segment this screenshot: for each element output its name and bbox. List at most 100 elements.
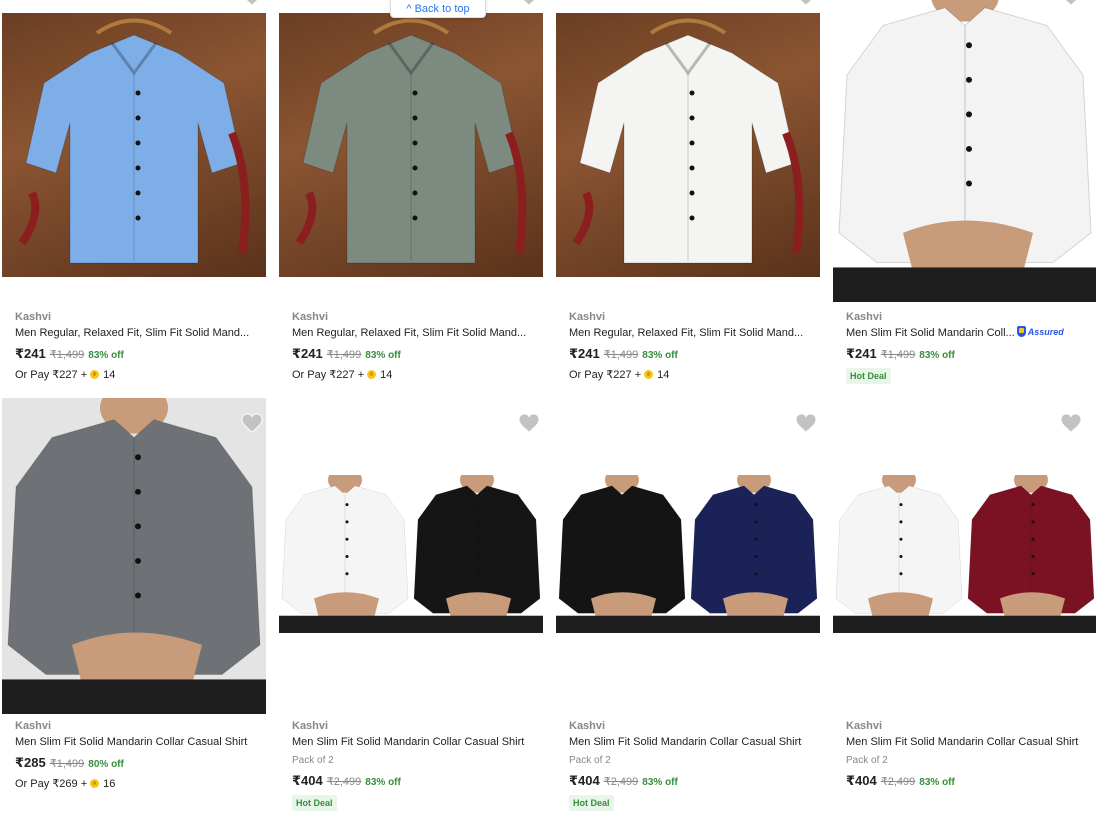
product-image[interactable]: [279, 475, 543, 633]
price-row: ₹241 ₹1,499 83% off: [569, 346, 823, 362]
original-price: ₹1,499: [880, 349, 916, 361]
supercoin-offer: Or Pay ₹269 +16: [15, 778, 116, 790]
assured-badge: Assured: [1016, 326, 1064, 337]
product-card[interactable]: Kashvi Men Slim Fit Solid Mandarin Collar…: [831, 398, 1096, 838]
product-image[interactable]: [2, 382, 266, 714]
model-shirt-illustration: [279, 475, 411, 633]
product-card[interactable]: Kashvi Men Slim Fit Solid Mandarin Collar…: [277, 398, 554, 838]
price-row: ₹404 ₹2,499 83% off: [846, 773, 1088, 789]
shirt-illustration: [18, 18, 250, 264]
selling-price: ₹241: [15, 346, 46, 361]
wishlist-heart-icon[interactable]: [241, 0, 263, 6]
product-image[interactable]: [279, 13, 543, 277]
product-info: Kashvi Men Slim Fit Solid Mandarin Collar…: [569, 718, 823, 811]
wishlist-heart-icon[interactable]: [518, 0, 540, 6]
original-price: ₹1,499: [326, 349, 362, 361]
model-shirt-illustration: [833, 0, 1096, 302]
product-card[interactable]: Kashvi Men Slim Fit Solid Mandarin Collar…: [0, 382, 277, 838]
product-title[interactable]: Men Regular, Relaxed Fit, Slim Fit Solid…: [15, 325, 255, 341]
model-shirt-illustration: [833, 475, 965, 633]
pack-info: Pack of 2: [569, 755, 611, 766]
supercoin-icon: [90, 370, 100, 379]
supercoin-icon: [367, 370, 377, 379]
brand-name: Kashvi: [846, 311, 883, 323]
product-image[interactable]: [833, 0, 1096, 302]
selling-price: ₹241: [569, 346, 600, 361]
selling-price: ₹404: [846, 773, 877, 788]
product-info: Kashvi Men Slim Fit Solid Mandarin Coll..…: [846, 309, 1088, 384]
price-row: ₹285 ₹1,499 80% off: [15, 755, 269, 771]
product-info: Kashvi Men Slim Fit Solid Mandarin Collar…: [292, 718, 546, 811]
price-row: ₹241 ₹1,499 83% off: [292, 346, 546, 362]
product-card[interactable]: Kashvi Men Regular, Relaxed Fit, Slim Fit…: [277, 0, 554, 398]
pack-info: Pack of 2: [292, 755, 334, 766]
product-info: Kashvi Men Regular, Relaxed Fit, Slim Fit…: [569, 309, 823, 383]
product-info: Kashvi Men Regular, Relaxed Fit, Slim Fit…: [15, 309, 269, 383]
product-info: Kashvi Men Slim Fit Solid Mandarin Collar…: [15, 718, 269, 792]
selling-price: ₹285: [15, 755, 46, 770]
original-price: ₹2,499: [880, 776, 916, 788]
hot-deal-badge: Hot Deal: [569, 795, 614, 811]
product-card[interactable]: Kashvi Men Regular, Relaxed Fit, Slim Fit…: [554, 0, 831, 398]
price-row: ₹404 ₹2,499 83% off: [292, 773, 546, 789]
product-card[interactable]: Kashvi Men Regular, Relaxed Fit, Slim Fit…: [0, 0, 277, 398]
wishlist-heart-icon[interactable]: [795, 0, 817, 6]
model-shirt-illustration: [411, 475, 543, 633]
brand-name: Kashvi: [292, 720, 329, 732]
original-price: ₹2,499: [603, 776, 639, 788]
product-card[interactable]: Kashvi Men Slim Fit Solid Mandarin Coll..…: [831, 0, 1096, 398]
brand-name: Kashvi: [15, 311, 52, 323]
selling-price: ₹404: [292, 773, 323, 788]
brand-name: Kashvi: [569, 311, 606, 323]
product-image[interactable]: [833, 475, 1096, 633]
selling-price: ₹241: [846, 346, 877, 361]
discount: 83% off: [365, 350, 401, 361]
original-price: ₹2,499: [326, 776, 362, 788]
product-title[interactable]: Men Slim Fit Solid Mandarin Collar Casua…: [15, 734, 255, 750]
brand-name: Kashvi: [846, 720, 883, 732]
wishlist-heart-icon[interactable]: [1060, 413, 1082, 433]
discount: 83% off: [642, 350, 678, 361]
product-title[interactable]: Men Slim Fit Solid Mandarin Collar Casua…: [846, 734, 1086, 750]
product-title[interactable]: Men Slim Fit Solid Mandarin Collar Casua…: [292, 734, 532, 750]
discount: 83% off: [365, 777, 401, 788]
model-shirt-illustration: [2, 382, 266, 714]
supercoin-icon: [90, 779, 100, 788]
selling-price: ₹404: [569, 773, 600, 788]
product-title[interactable]: Men Regular, Relaxed Fit, Slim Fit Solid…: [292, 325, 532, 341]
price-row: ₹241 ₹1,499 83% off: [846, 346, 1088, 362]
product-title[interactable]: Men Regular, Relaxed Fit, Slim Fit Solid…: [569, 325, 809, 341]
brand-name: Kashvi: [15, 720, 52, 732]
product-image[interactable]: [556, 13, 820, 277]
hot-deal-badge: Hot Deal: [846, 368, 891, 384]
product-image[interactable]: [556, 475, 820, 633]
product-title[interactable]: Men Slim Fit Solid Mandarin Collar Casua…: [569, 734, 809, 750]
supercoin-offer: Or Pay ₹227 +14: [569, 369, 670, 381]
selling-price: ₹241: [292, 346, 323, 361]
discount: 83% off: [919, 350, 955, 361]
product-image[interactable]: [2, 13, 266, 277]
original-price: ₹1,499: [603, 349, 639, 361]
model-shirt-illustration: [965, 475, 1096, 633]
shield-icon: [1016, 326, 1026, 337]
wishlist-heart-icon[interactable]: [1060, 0, 1082, 6]
price-row: ₹241 ₹1,499 83% off: [15, 346, 269, 362]
wishlist-heart-icon[interactable]: [795, 413, 817, 433]
original-price: ₹1,499: [49, 758, 85, 770]
model-shirt-illustration: [688, 475, 820, 633]
brand-name: Kashvi: [569, 720, 606, 732]
price-row: ₹404 ₹2,499 83% off: [569, 773, 823, 789]
discount: 83% off: [88, 350, 124, 361]
hot-deal-badge: Hot Deal: [292, 795, 337, 811]
supercoin-offer: Or Pay ₹227 +14: [15, 369, 116, 381]
product-title[interactable]: Men Slim Fit Solid Mandarin Coll...: [846, 325, 1015, 341]
pack-info: Pack of 2: [846, 755, 888, 766]
chevron-up-icon: ^: [406, 3, 415, 15]
brand-name: Kashvi: [292, 311, 329, 323]
wishlist-heart-icon[interactable]: [241, 413, 263, 433]
wishlist-heart-icon[interactable]: [518, 413, 540, 433]
model-shirt-illustration: [556, 475, 688, 633]
product-card[interactable]: Kashvi Men Slim Fit Solid Mandarin Collar…: [554, 398, 831, 838]
back-to-top-button[interactable]: ^ Back to top: [390, 0, 486, 18]
shirt-illustration: [572, 18, 804, 264]
